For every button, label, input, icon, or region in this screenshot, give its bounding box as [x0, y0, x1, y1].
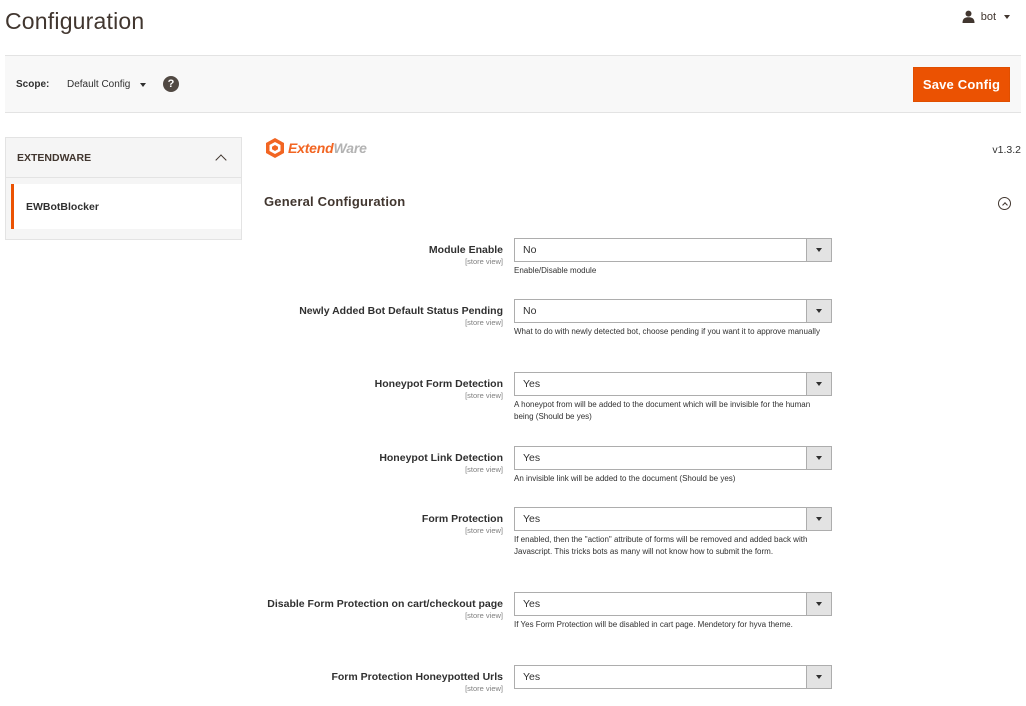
sidebar-section-label: EXTENDWARE	[17, 151, 92, 164]
config-sidebar: EXTENDWARE EWBotBlocker	[5, 137, 242, 240]
field-scope: [store view]	[465, 257, 503, 266]
user-icon	[962, 10, 975, 23]
scope-switcher[interactable]: Default Config	[67, 79, 147, 90]
page-title: Configuration	[5, 8, 145, 34]
disable-form-protection-cart-select[interactable]: Yes	[514, 592, 832, 616]
field-scope: [store view]	[465, 465, 503, 474]
honeypotted-urls-select[interactable]: Yes	[514, 665, 832, 689]
field-scope: [store view]	[465, 611, 503, 620]
extendware-logo: ExtendWare	[264, 137, 367, 159]
module-enable-select[interactable]: No	[514, 238, 832, 262]
sidebar-list: EWBotBlocker	[5, 178, 242, 240]
form-protection-select[interactable]: Yes	[514, 507, 832, 531]
extendware-logo-icon	[266, 138, 284, 158]
field-label: Module Enable	[428, 244, 503, 256]
chevron-down-icon	[140, 82, 147, 87]
version-label: v1.3.2	[992, 144, 1021, 156]
sidebar-item-ewbotblocker[interactable]: EWBotBlocker	[11, 184, 241, 229]
chevron-down-icon	[1004, 14, 1010, 19]
scope-bar: Scope: Default Config ? Save Config	[5, 55, 1021, 113]
logo-text: ExtendWare	[288, 140, 367, 156]
sidebar-item-label: EWBotBlocker	[26, 200, 99, 213]
section-title[interactable]: General Configuration	[264, 194, 405, 209]
user-menu[interactable]: bot	[962, 10, 1010, 23]
field-note: Enable/Disable module	[514, 266, 597, 275]
field-label: Disable Form Protection on cart/checkout…	[267, 598, 503, 610]
select-arrow-icon	[806, 300, 831, 322]
select-arrow-icon	[806, 447, 831, 469]
field-label: Form Protection Honeypotted Urls	[331, 671, 503, 683]
field-note: An invisible link will be added to the d…	[514, 474, 736, 483]
field-note: If Yes Form Protection will be disabled …	[514, 620, 793, 629]
collapse-icon[interactable]	[998, 197, 1011, 210]
select-arrow-icon	[806, 373, 831, 395]
scope-label: Scope:	[16, 79, 50, 90]
field-scope: [store view]	[465, 526, 503, 535]
select-arrow-icon	[806, 239, 831, 261]
default-status-pending-select[interactable]: No	[514, 299, 832, 323]
user-name: bot	[980, 10, 996, 23]
field-scope: [store view]	[465, 684, 503, 693]
select-arrow-icon	[806, 508, 831, 530]
field-scope: [store view]	[465, 318, 503, 327]
scope-value: Default Config	[67, 79, 131, 90]
field-scope: [store view]	[465, 391, 503, 400]
help-icon[interactable]: ?	[163, 76, 179, 92]
field-label: Newly Added Bot Default Status Pending	[299, 305, 503, 317]
field-label: Form Protection	[421, 513, 503, 525]
field-note: What to do with newly detected bot, choo…	[514, 327, 820, 336]
select-arrow-icon	[806, 666, 831, 688]
honeypot-form-detection-select[interactable]: Yes	[514, 372, 832, 396]
field-label: Honeypot Link Detection	[379, 452, 503, 464]
field-label: Honeypot Form Detection	[374, 378, 503, 390]
chevron-up-icon	[215, 153, 227, 166]
field-note: If enabled, then the "action" attribute …	[514, 535, 808, 556]
save-config-button[interactable]: Save Config	[913, 67, 1010, 102]
honeypot-link-detection-select[interactable]: Yes	[514, 446, 832, 470]
sidebar-section-extendware[interactable]: EXTENDWARE	[5, 137, 242, 178]
select-arrow-icon	[806, 593, 831, 615]
field-note: A honeypot from will be added to the doc…	[514, 400, 811, 421]
